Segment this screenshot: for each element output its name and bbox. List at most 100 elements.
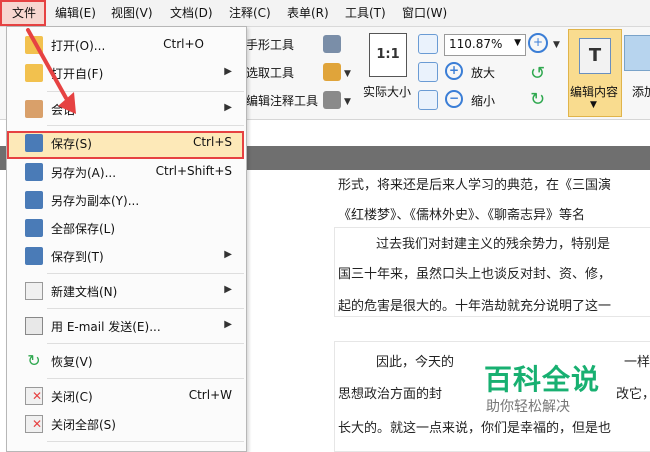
menu-item-label: 用 E-mail 发送(E)... xyxy=(51,320,161,334)
envelope-icon xyxy=(25,317,43,335)
menu-separator xyxy=(47,308,244,309)
zoom-in-icon[interactable]: + xyxy=(445,62,463,80)
menu-bar: 文件 编辑(E) 视图(V) 文档(D) 注释(C) 表单(R) 工具(T) 窗… xyxy=(0,0,650,27)
menu-tools[interactable]: 工具(T) xyxy=(345,0,386,26)
zoom-value: 110.87% xyxy=(449,37,503,51)
menu-item-close-all[interactable]: ✕ 关闭全部(S) xyxy=(7,412,244,436)
hand-tool-label[interactable]: 手形工具 xyxy=(246,36,294,53)
close-document-icon: ✕ xyxy=(25,387,43,405)
menu-separator xyxy=(47,343,244,344)
watermark: 百科全说 助你轻松解决 xyxy=(470,350,620,438)
session-icon xyxy=(25,100,43,118)
zoom-out-label[interactable]: 缩小 xyxy=(471,92,495,109)
menu-item-session[interactable]: 会话 ▶ xyxy=(7,97,244,121)
zoom-in-label[interactable]: 放大 xyxy=(471,64,495,81)
menu-separator xyxy=(47,378,244,379)
menu-item-label: 全部保存(L) xyxy=(51,222,116,236)
menu-item-label: 恢复(V) xyxy=(51,355,93,369)
menu-item-new-document[interactable]: 新建文档(N) ▶ xyxy=(7,279,244,303)
edit-annotation-tool-label[interactable]: 编辑注释工具 xyxy=(246,92,318,109)
menu-file[interactable]: 文件 xyxy=(12,0,36,26)
submenu-arrow-icon: ▶ xyxy=(224,284,232,295)
menu-shortcut: Ctrl+W xyxy=(188,388,232,402)
menu-item-label: 关闭全部(S) xyxy=(51,418,116,432)
menu-item-save[interactable]: 保存(S) Ctrl+S xyxy=(7,131,244,159)
save-icon xyxy=(25,134,43,152)
menu-shortcut: Ctrl+S xyxy=(192,135,232,149)
revert-icon: ↻ xyxy=(27,351,41,370)
menu-item-label: 另存为副本(Y)... xyxy=(51,194,140,208)
zoom-out-icon[interactable]: − xyxy=(445,90,463,108)
close-all-icon: ✕ xyxy=(25,415,43,433)
rotate-left-icon[interactable]: ↺ xyxy=(530,63,545,84)
zoom-combobox[interactable]: 110.87% ▼ xyxy=(444,34,526,56)
menu-separator xyxy=(47,125,244,126)
menu-item-label: 打开自(F) xyxy=(51,67,104,81)
edit-content-button[interactable]: T 编辑内容 ▼ xyxy=(568,29,622,117)
menu-item-label: 保存(S) xyxy=(51,137,92,151)
fit-width-icon[interactable] xyxy=(418,62,438,82)
menu-shortcut: Ctrl+Shift+S xyxy=(155,164,232,178)
doc-line: 过去我们对封建主义的残余势力，特别是 xyxy=(376,237,611,252)
zoom-dropdown-icon[interactable]: ▼ xyxy=(514,38,521,48)
save-to-icon xyxy=(25,247,43,265)
menu-item-email[interactable]: 用 E-mail 发送(E)... ▶ xyxy=(7,314,244,338)
menu-shortcut: Ctrl+O xyxy=(163,37,204,51)
menu-separator xyxy=(47,91,244,92)
menu-view[interactable]: 视图(V) xyxy=(111,0,153,26)
menu-item-label: 关闭(C) xyxy=(51,390,93,404)
menu-forms[interactable]: 表单(R) xyxy=(287,0,329,26)
submenu-arrow-icon: ▶ xyxy=(224,249,232,260)
menu-document[interactable]: 文档(D) xyxy=(170,0,213,26)
menu-item-label: 保存到(T) xyxy=(51,250,104,264)
menu-item-label: 新建文档(N) xyxy=(51,285,118,299)
menu-item-close[interactable]: ✕ 关闭(C) Ctrl+W xyxy=(7,384,244,408)
add-label[interactable]: 添加 xyxy=(632,83,650,100)
watermark-title: 百科全说 xyxy=(484,363,601,396)
menu-item-save-to[interactable]: 保存到(T) ▶ xyxy=(7,244,244,268)
menu-item-label: 会话 xyxy=(51,103,76,117)
menu-item-save-all[interactable]: 全部保存(L) xyxy=(7,216,244,240)
menu-item-open-from[interactable]: 打开自(F) ▶ xyxy=(7,61,244,85)
doc-line: 思想政治方面的封 xyxy=(338,387,443,402)
clipboard-icon[interactable] xyxy=(323,63,341,81)
menu-item-label: 另存为(A)... xyxy=(51,166,117,180)
menu-comment[interactable]: 注释(C) xyxy=(229,0,271,26)
actual-size-icon[interactable]: 1:1 xyxy=(369,33,407,77)
doc-line: 《红楼梦》、《儒林外史》、《聊斋志异》等名 xyxy=(338,208,586,223)
edit-content-icon: T xyxy=(579,38,611,74)
menu-window[interactable]: 窗口(W) xyxy=(402,0,447,26)
menu-edit[interactable]: 编辑(E) xyxy=(55,0,96,26)
annotation-dropdown-icon[interactable]: ▼ xyxy=(344,97,351,107)
doc-line: 起的危害是很大的。十年浩劫就充分说明了这一 xyxy=(338,299,612,314)
fit-page-icon[interactable] xyxy=(418,34,438,54)
doc-line: 一样 xyxy=(624,355,650,370)
edit-content-dropdown-icon[interactable]: ▼ xyxy=(590,100,597,110)
submenu-arrow-icon: ▶ xyxy=(224,66,232,77)
watermark-subtitle: 助你轻松解决 xyxy=(486,399,570,415)
doc-line: 因此，今天的 xyxy=(376,355,455,370)
save-copy-icon xyxy=(25,191,43,209)
rotate-right-icon[interactable]: ↻ xyxy=(530,89,545,110)
edit-content-label: 编辑内容 xyxy=(570,85,619,99)
submenu-arrow-icon: ▶ xyxy=(224,102,232,113)
add-image-icon[interactable] xyxy=(624,35,650,71)
submenu-arrow-icon: ▶ xyxy=(224,319,232,330)
menu-separator xyxy=(47,441,244,442)
select-tool-label[interactable]: 选取工具 xyxy=(246,64,294,81)
menu-separator xyxy=(47,273,244,274)
zoom-search-dropdown-icon[interactable]: ▼ xyxy=(553,40,560,50)
zoom-search-icon[interactable]: + xyxy=(528,33,548,53)
snapshot-icon[interactable] xyxy=(323,35,341,53)
menu-item-save-as[interactable]: 另存为(A)... Ctrl+Shift+S xyxy=(7,160,244,184)
menu-item-save-copy[interactable]: 另存为副本(Y)... xyxy=(7,188,244,212)
menu-item-open[interactable]: 打开(O)... Ctrl+O xyxy=(7,33,244,57)
annotation-tool-icon[interactable] xyxy=(323,91,341,109)
menu-item-revert[interactable]: ↻ 恢复(V) xyxy=(7,349,244,373)
file-menu-dropdown: 打开(O)... Ctrl+O 打开自(F) ▶ 会话 ▶ 保存(S) Ctrl… xyxy=(6,26,247,452)
actual-size-label[interactable]: 实际大小 xyxy=(363,83,411,100)
folder-icon xyxy=(25,36,43,54)
fit-visible-icon[interactable] xyxy=(418,90,438,110)
doc-line: 形式，将来还是后来人学习的典范，在《三国演 xyxy=(338,178,612,193)
clipboard-dropdown-icon[interactable]: ▼ xyxy=(344,69,351,79)
